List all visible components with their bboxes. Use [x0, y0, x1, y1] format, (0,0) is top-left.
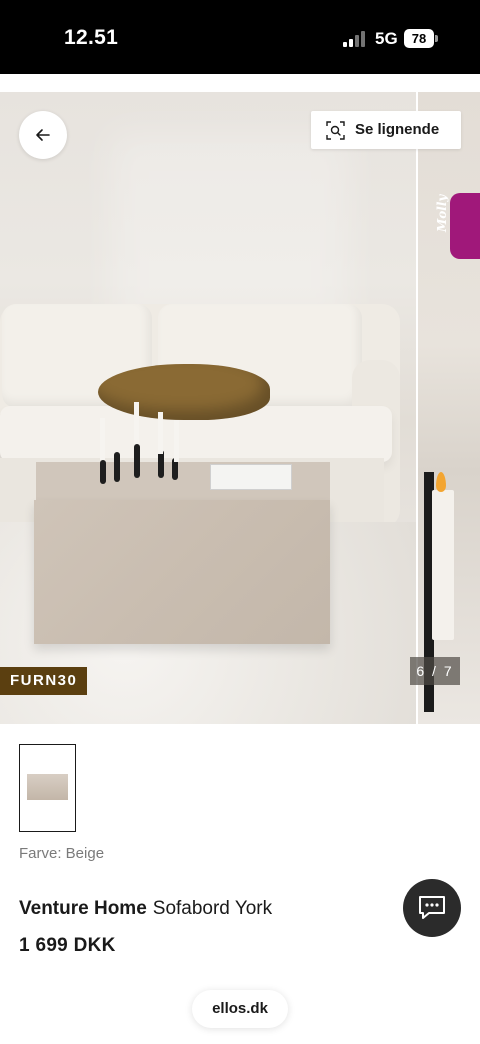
- battery-icon: 78: [404, 29, 434, 48]
- browser-url-bar[interactable]: ellos.dk: [192, 990, 288, 1028]
- status-time: 12.51: [64, 26, 119, 49]
- chat-button[interactable]: [403, 879, 461, 937]
- color-label: Farve: Beige: [19, 845, 105, 862]
- product-photo[interactable]: FURN30: [0, 92, 416, 724]
- thumbnail-image: [27, 774, 68, 800]
- assistant-tab[interactable]: Molly: [435, 193, 480, 259]
- arrow-left-icon: [36, 129, 50, 141]
- color-variant-thumbnail[interactable]: [19, 744, 76, 832]
- product-brand[interactable]: Venture Home: [19, 898, 147, 919]
- network-type: 5G: [375, 29, 398, 48]
- next-product-photo[interactable]: [418, 92, 480, 724]
- see-similar-button[interactable]: Se lignende: [311, 111, 461, 149]
- see-similar-label: Se lignende: [355, 121, 440, 138]
- product-image-gallery[interactable]: FURN30 6 / 7 Se lignende Molly: [0, 92, 480, 724]
- candelabra: [100, 402, 180, 484]
- product-title: Venture Home Sofabord York: [19, 898, 272, 920]
- status-bar: 12.51 5G 78: [0, 0, 480, 74]
- visual-search-icon: [326, 121, 345, 140]
- battery-tip: [435, 35, 438, 42]
- chat-icon: [419, 896, 445, 919]
- product-price: 1 699 DKK: [19, 935, 116, 956]
- image-counter: 6 / 7: [410, 657, 460, 685]
- back-button[interactable]: [19, 111, 67, 159]
- signal-icon: [343, 31, 367, 47]
- assistant-tab-label: Molly: [435, 194, 449, 232]
- promo-code-badge: FURN30: [0, 667, 88, 695]
- product-name: Sofabord York: [152, 898, 273, 919]
